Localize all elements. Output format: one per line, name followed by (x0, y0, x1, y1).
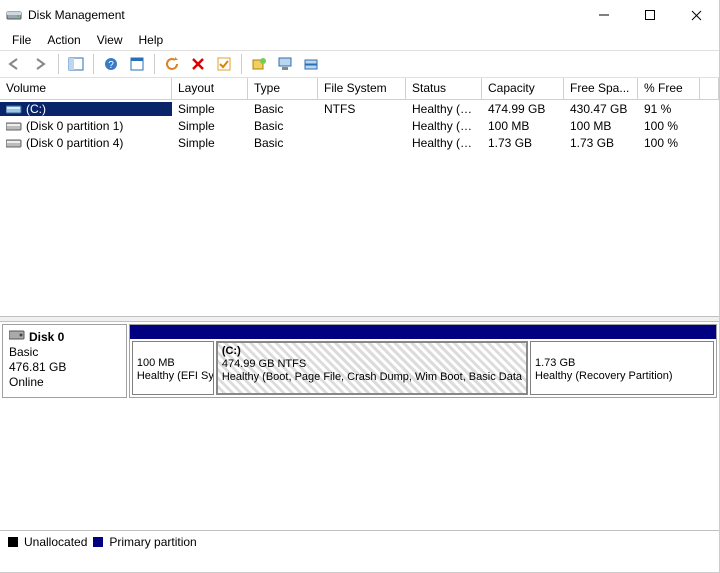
volume-row[interactable]: (Disk 0 partition 1) Simple Basic Health… (0, 117, 719, 134)
partition-colorbar (130, 325, 716, 339)
col-type[interactable]: Type (248, 78, 318, 99)
disk-icon (9, 329, 25, 345)
cell-type: Basic (248, 119, 318, 133)
part-status: Healthy (Recovery Partition) (535, 370, 709, 383)
menu-help[interactable]: Help (131, 30, 172, 50)
col-status[interactable]: Status (406, 78, 482, 99)
cell-free: 1.73 GB (564, 136, 638, 150)
cell-pfree: 100 % (638, 119, 700, 133)
volume-row[interactable]: (C:) Simple Basic NTFS Healthy (B... 474… (0, 100, 719, 117)
help-button[interactable]: ? (100, 53, 122, 75)
toolbar: ? (0, 50, 719, 78)
part-size: 474.99 GB NTFS (222, 358, 522, 371)
partition-recovery[interactable]: 1.73 GB Healthy (Recovery Partition) (530, 341, 714, 395)
cell-layout: Simple (172, 136, 248, 150)
empty-area (0, 400, 719, 530)
col-filesystem[interactable]: File System (318, 78, 406, 99)
part-status: Healthy (Boot, Page File, Crash Dump, Wi… (222, 371, 522, 384)
disk-graph-pane: Disk 0 Basic 476.81 GB Online 100 MB Hea… (0, 322, 719, 400)
menu-action[interactable]: Action (39, 30, 88, 50)
legend-unallocated: Unallocated (24, 535, 87, 549)
swatch-unallocated (8, 537, 18, 547)
cell-capacity: 1.73 GB (482, 136, 564, 150)
cell-status: Healthy (B... (406, 102, 482, 116)
partition-c[interactable]: (C:) 474.99 GB NTFS Healthy (Boot, Page … (216, 341, 528, 395)
title-bar: Disk Management (0, 0, 719, 30)
cell-status: Healthy (E... (406, 119, 482, 133)
disk-type: Basic (9, 345, 120, 360)
settings-top-icon[interactable] (274, 53, 296, 75)
disk-name: Disk 0 (29, 330, 64, 345)
cell-capacity: 474.99 GB (482, 102, 564, 116)
svg-text:?: ? (108, 60, 114, 71)
cell-pfree: 100 % (638, 136, 700, 150)
col-volume[interactable]: Volume (0, 78, 172, 99)
col-layout[interactable]: Layout (172, 78, 248, 99)
cell-fs: NTFS (318, 102, 406, 116)
toolbar-separator (93, 54, 94, 74)
menu-file[interactable]: File (4, 30, 39, 50)
minimize-button[interactable] (581, 0, 627, 30)
legend: Unallocated Primary partition (0, 530, 719, 552)
window-title: Disk Management (28, 8, 581, 22)
volume-name: (C:) (26, 102, 46, 116)
volume-row[interactable]: (Disk 0 partition 4) Simple Basic Health… (0, 134, 719, 151)
close-button[interactable] (673, 0, 719, 30)
cell-type: Basic (248, 102, 318, 116)
cell-free: 430.47 GB (564, 102, 638, 116)
col-percentfree[interactable]: % Free (638, 78, 700, 99)
volume-name: (Disk 0 partition 4) (26, 136, 123, 150)
apply-button[interactable] (213, 53, 235, 75)
cell-layout: Simple (172, 119, 248, 133)
partition-efi[interactable]: 100 MB Healthy (EFI System (132, 341, 214, 395)
toolbar-separator (241, 54, 242, 74)
maximize-button[interactable] (627, 0, 673, 30)
part-size: 100 MB (137, 357, 209, 370)
cell-free: 100 MB (564, 119, 638, 133)
swatch-primary (93, 537, 103, 547)
col-freespace[interactable]: Free Spa... (564, 78, 638, 99)
refresh-button[interactable] (161, 53, 183, 75)
delete-button[interactable] (187, 53, 209, 75)
menu-bar: File Action View Help (0, 30, 719, 50)
part-size: 1.73 GB (535, 357, 709, 370)
cell-type: Basic (248, 136, 318, 150)
properties-button[interactable] (126, 53, 148, 75)
cell-status: Healthy (R... (406, 136, 482, 150)
window-controls (581, 0, 719, 30)
col-capacity[interactable]: Capacity (482, 78, 564, 99)
cell-capacity: 100 MB (482, 119, 564, 133)
forward-button[interactable] (30, 53, 52, 75)
cell-layout: Simple (172, 102, 248, 116)
col-spacer (700, 78, 719, 99)
new-button[interactable] (248, 53, 270, 75)
drive-icon (6, 137, 22, 149)
volume-name: (Disk 0 partition 1) (26, 119, 123, 133)
disk-info[interactable]: Disk 0 Basic 476.81 GB Online (2, 324, 127, 398)
legend-primary: Primary partition (109, 535, 196, 549)
settings-bottom-icon[interactable] (300, 53, 322, 75)
drive-icon (6, 120, 22, 132)
app-icon (6, 7, 22, 23)
menu-view[interactable]: View (89, 30, 131, 50)
drive-icon (6, 103, 22, 115)
part-status: Healthy (EFI System (137, 370, 209, 383)
back-button[interactable] (4, 53, 26, 75)
disk-size: 476.81 GB (9, 360, 120, 375)
partition-map: 100 MB Healthy (EFI System (C:) 474.99 G… (129, 324, 717, 398)
toolbar-separator (58, 54, 59, 74)
volume-list-header: Volume Layout Type File System Status Ca… (0, 78, 719, 100)
part-title: (C:) (222, 345, 522, 358)
disk-state: Online (9, 375, 120, 390)
volume-list[interactable]: (C:) Simple Basic NTFS Healthy (B... 474… (0, 100, 719, 316)
toolbar-separator (154, 54, 155, 74)
show-hide-tree-button[interactable] (65, 53, 87, 75)
cell-pfree: 91 % (638, 102, 700, 116)
